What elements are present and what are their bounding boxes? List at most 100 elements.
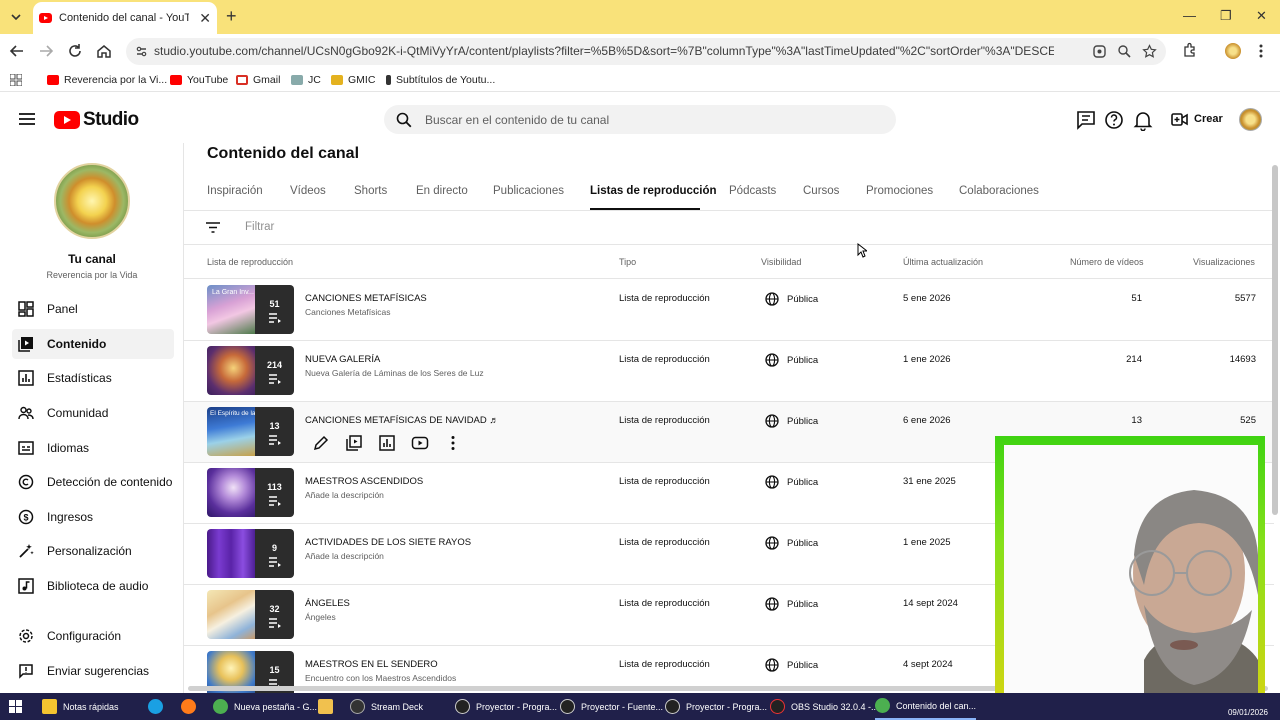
bookmark-reverencia[interactable]: Reverencia por la Vi...	[47, 74, 167, 86]
playlist-thumbnail[interactable]: 32	[207, 590, 294, 639]
filter-input[interactable]: Filtrar	[245, 221, 274, 233]
tab-inspiracion[interactable]: Inspiración	[207, 185, 263, 197]
taskbar-obs-studio[interactable]: OBS Studio 32.0.4 -...	[770, 693, 879, 720]
taskbar-notas-rapidas[interactable]: Notas rápidas	[42, 693, 119, 720]
sticky-notes-icon	[42, 699, 57, 714]
tab-shorts[interactable]: Shorts	[354, 185, 387, 197]
playlist-title[interactable]: MAESTROS EN EL SENDERO	[305, 659, 438, 670]
account-avatar[interactable]	[1239, 108, 1262, 131]
reload-icon[interactable]	[66, 42, 84, 60]
bookmark-jc[interactable]: JC	[291, 74, 321, 86]
help-icon[interactable]	[1103, 109, 1125, 131]
sidebar-item-idiomas[interactable]: Idiomas	[12, 433, 174, 463]
taskbar-nueva-pestana[interactable]: Nueva pestaña - G...	[213, 693, 317, 720]
bookmark-gmail[interactable]: Gmail	[236, 74, 280, 86]
sidebar-item-comunidad[interactable]: Comunidad	[12, 398, 174, 428]
menu-icon[interactable]	[18, 112, 36, 126]
address-bar[interactable]: studio.youtube.com/channel/UCsN0gGbo92K-…	[126, 38, 1166, 65]
taskbar-proyector-3[interactable]: Proyector - Progra...	[665, 693, 767, 720]
sidebar-item-sugerencias[interactable]: Enviar sugerencias	[12, 656, 174, 686]
system-clock-date[interactable]: 09/01/2026	[1228, 708, 1268, 717]
maximize-icon[interactable]: ❐	[1220, 8, 1232, 24]
browser-toolbar: studio.youtube.com/channel/UCsN0gGbo92K-…	[0, 34, 1280, 68]
playlist-title[interactable]: CANCIONES METAFÍSICAS	[305, 293, 427, 304]
webcam-feed	[1004, 445, 1258, 697]
playlist-title[interactable]: NUEVA GALERÍA	[305, 354, 380, 365]
sidebar-item-configuracion[interactable]: Configuración	[12, 621, 174, 651]
search-input[interactable]: Buscar en el contenido de tu canal	[384, 105, 896, 134]
tab-listas[interactable]: Listas de reproducción	[590, 185, 717, 197]
google-lens-icon[interactable]	[1092, 44, 1107, 59]
apps-grid-icon[interactable]	[10, 74, 22, 86]
studio-logo[interactable]: Studio	[54, 109, 139, 131]
close-tab-icon[interactable]: ✕	[199, 10, 211, 27]
playlist-thumbnail[interactable]: 214	[207, 346, 294, 395]
taskbar-edge[interactable]	[148, 693, 169, 720]
sidebar-item-biblioteca[interactable]: Biblioteca de audio	[12, 571, 174, 601]
channel-avatar[interactable]	[54, 163, 130, 239]
playlist-title[interactable]: ÁNGELES	[305, 598, 350, 609]
table-row[interactable]: 214 NUEVA GALERÍA Nueva Galería de Lámin…	[184, 341, 1274, 402]
sidebar-item-contenido[interactable]: Contenido	[12, 329, 174, 359]
windows-start-icon[interactable]	[9, 700, 22, 713]
minimize-icon[interactable]: —	[1183, 8, 1196, 23]
tab-publicaciones[interactable]: Publicaciones	[493, 185, 564, 197]
back-arrow-icon[interactable]	[8, 42, 26, 60]
youtube-play-icon[interactable]	[411, 434, 429, 452]
playlist-add-icon[interactable]	[345, 434, 363, 452]
analytics-icon[interactable]	[378, 434, 396, 452]
taskbar-stream-deck[interactable]: Stream Deck	[350, 693, 423, 720]
tab-podcasts[interactable]: Pódcasts	[729, 185, 776, 197]
sidebar-item-deteccion[interactable]: Detección de contenido	[12, 467, 174, 497]
sidebar-item-panel[interactable]: Panel	[12, 294, 174, 324]
window-close-icon[interactable]: ✕	[1256, 8, 1267, 24]
taskbar-proyector-1[interactable]: Proyector - Progra...	[455, 693, 557, 720]
zoom-icon[interactable]	[1117, 44, 1132, 59]
tab-cursos[interactable]: Cursos	[803, 185, 839, 197]
tab-search-button[interactable]	[6, 7, 26, 27]
last-updated: 31 ene 2025	[903, 476, 956, 487]
bookmark-gmic[interactable]: GMIC	[331, 74, 375, 86]
thumbnail-image	[207, 346, 255, 395]
sidebar-item-ingresos[interactable]: $ Ingresos	[12, 502, 174, 532]
taskbar-proyector-2[interactable]: Proyector - Fuente...	[560, 693, 663, 720]
sidebar-item-personalizacion[interactable]: Personalización	[12, 536, 174, 566]
playlist-thumbnail[interactable]: La Gran Inv... 51	[207, 285, 294, 334]
playlist-thumbnail[interactable]: 9	[207, 529, 294, 578]
bookmark-star-icon[interactable]	[1142, 44, 1157, 59]
playlist-title[interactable]: MAESTROS ASCENDIDOS	[305, 476, 423, 487]
table-row[interactable]: La Gran Inv... 51 CANCIONES METAFÍSICAS …	[184, 280, 1274, 341]
edit-pencil-icon[interactable]	[312, 434, 330, 452]
bookmark-subtitulos[interactable]: Subtítulos de Youtu...	[386, 74, 495, 86]
tab-colaboraciones[interactable]: Colaboraciones	[959, 185, 1039, 197]
profile-avatar[interactable]	[1225, 43, 1241, 59]
create-button[interactable]: Crear	[1163, 104, 1225, 134]
taskbar-contenido-canal[interactable]: Contenido del can...	[875, 693, 977, 720]
filter-icon[interactable]	[206, 222, 220, 233]
browser-tab[interactable]: Contenido del canal - YouTube ✕	[33, 2, 217, 34]
playlist-title[interactable]: CANCIONES METAFÍSICAS DE NAVIDAD ♬	[305, 415, 499, 426]
extensions-icon[interactable]	[1182, 42, 1198, 58]
forward-arrow-icon[interactable]	[37, 42, 55, 60]
home-icon[interactable]	[95, 42, 113, 60]
more-options-icon[interactable]	[444, 434, 462, 452]
playlist-thumbnail[interactable]: 113	[207, 468, 294, 517]
tab-promociones[interactable]: Promociones	[866, 185, 933, 197]
notifications-bell-icon[interactable]	[1132, 109, 1154, 131]
taskbar-explorer[interactable]	[318, 693, 339, 720]
tab-videos[interactable]: Vídeos	[290, 185, 326, 197]
bookmark-youtube[interactable]: YouTube	[170, 74, 228, 86]
col-ultima-actualizacion[interactable]: Última actualización	[903, 257, 983, 267]
more-vert-icon[interactable]	[1258, 43, 1264, 59]
site-settings-icon[interactable]	[135, 45, 148, 58]
sidebar-item-estadisticas[interactable]: Estadísticas	[12, 363, 174, 393]
comments-icon[interactable]	[1075, 109, 1097, 131]
new-tab-button[interactable]: +	[226, 6, 237, 27]
playlist-title[interactable]: ACTIVIDADES DE LOS SIETE RAYOS	[305, 537, 471, 548]
playlist-thumbnail[interactable]: El Espíritu de la Navidad 13	[207, 407, 294, 456]
gmic-icon	[331, 75, 343, 85]
taskbar-firefox[interactable]	[181, 693, 202, 720]
vertical-scrollbar[interactable]	[1272, 165, 1278, 515]
webcam-overlay	[995, 436, 1265, 704]
tab-en-directo[interactable]: En directo	[416, 185, 468, 197]
